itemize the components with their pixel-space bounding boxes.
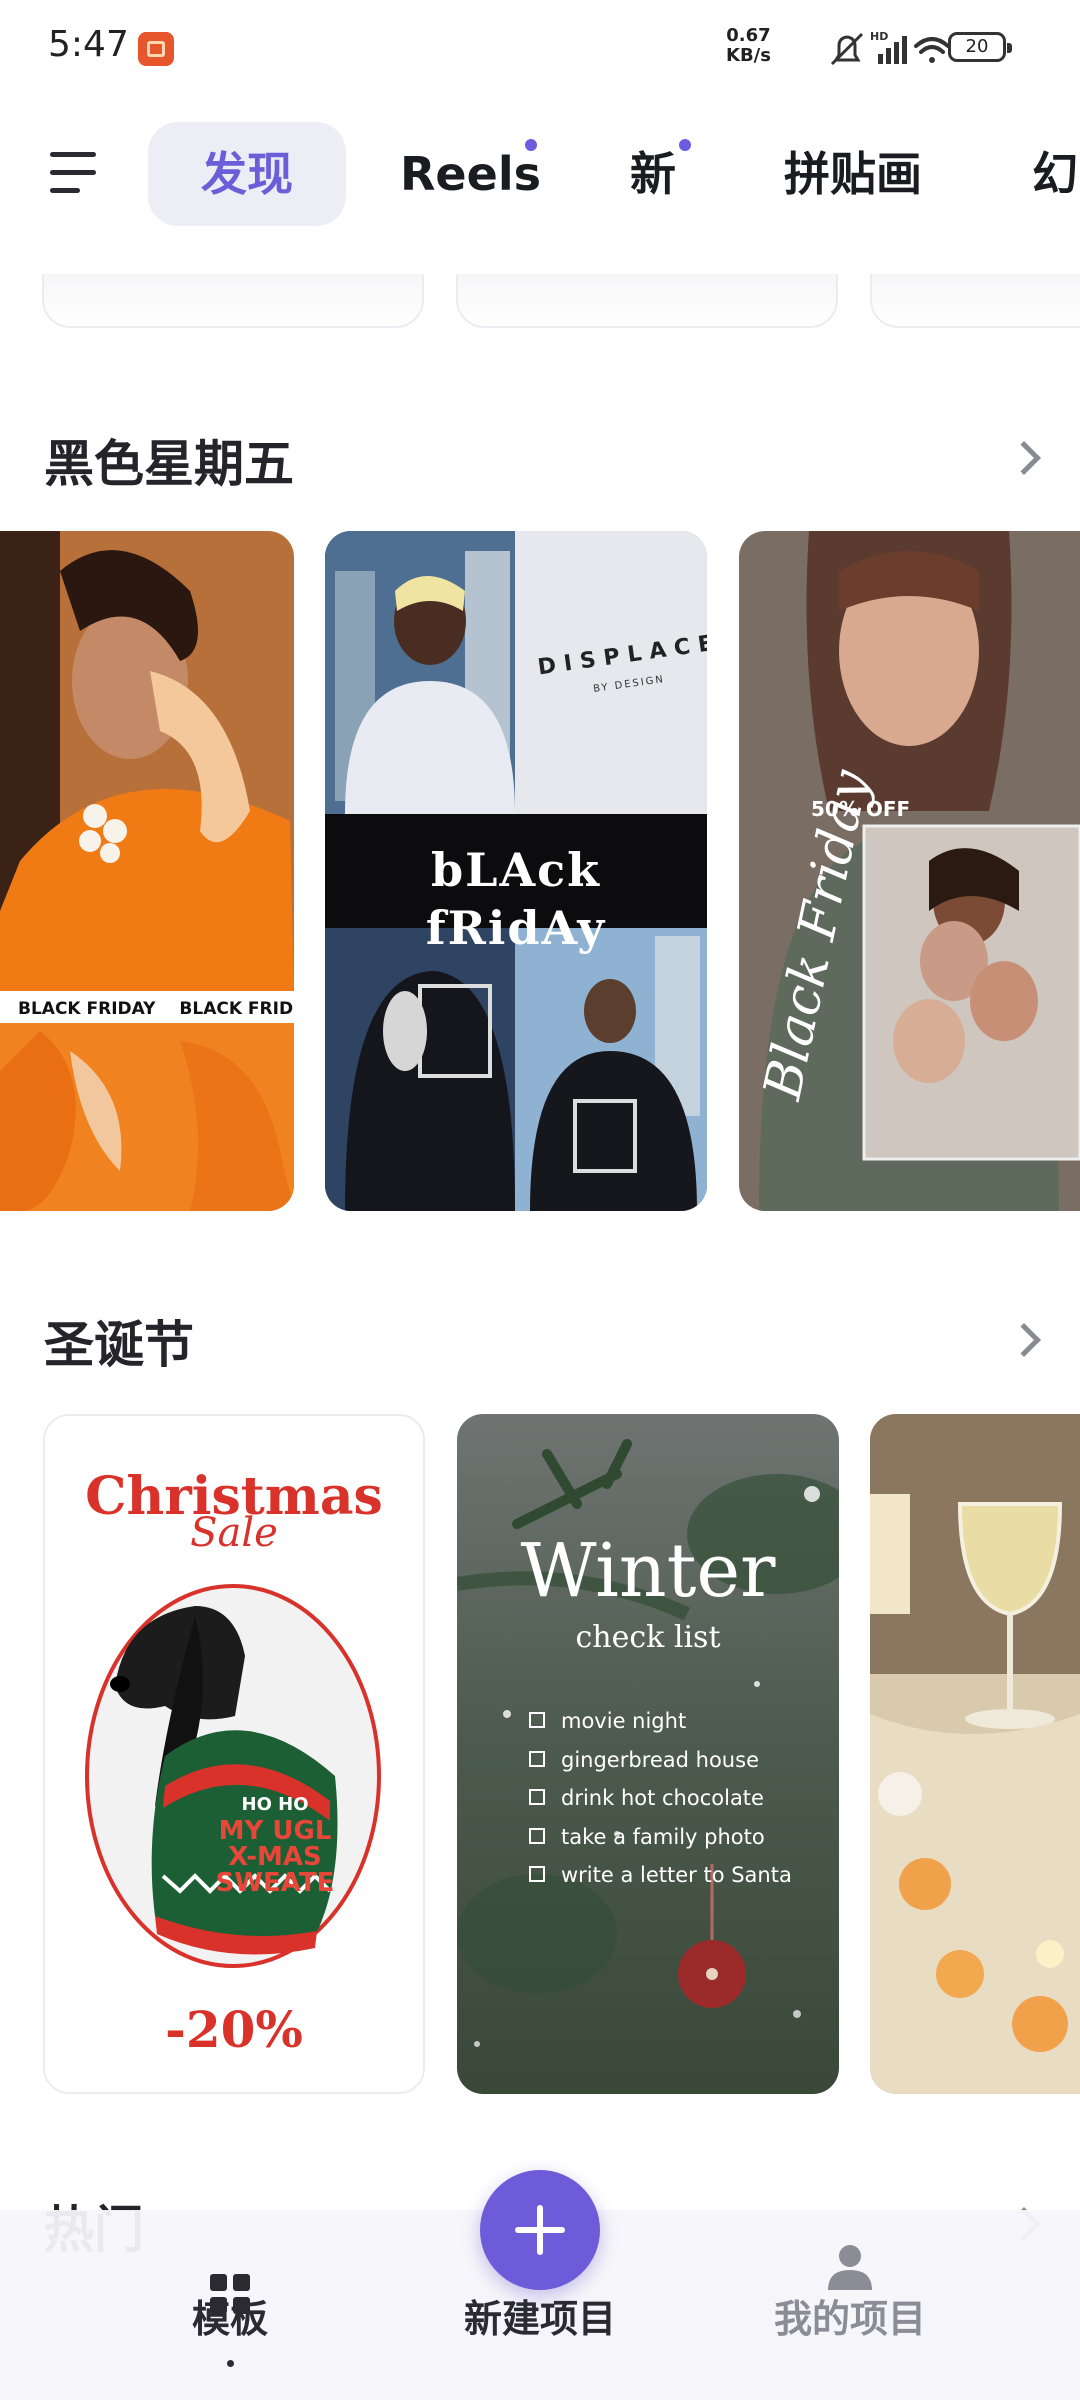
user-icon[interactable] [825, 2242, 875, 2292]
wifi-icon [914, 37, 950, 63]
battery-level: 20 [965, 36, 989, 57]
card-title: Winter [520, 1528, 776, 1614]
checklist-item-text: take a family photo [561, 1824, 765, 1849]
discount-text: -20% [165, 2000, 303, 2059]
template-card-partial[interactable] [42, 274, 424, 328]
checklist-item: movie night [529, 1702, 792, 1741]
sweater-line-3: X-MAS [228, 1842, 322, 1872]
banner-text-2: BLACK FRID [179, 999, 294, 1019]
template-card-black-friday-1[interactable]: BLACK FRIDAY BLACK FRID [0, 531, 294, 1211]
chevron-right-icon[interactable] [1007, 441, 1041, 475]
status-time: 5:47 [48, 24, 129, 65]
active-indicator [227, 2360, 234, 2367]
template-card-black-friday-3[interactable]: 50% OFF Black Friday [739, 531, 1080, 1211]
menu-icon[interactable] [50, 152, 96, 194]
checklist-item-text: write a letter to Santa [561, 1863, 792, 1887]
nav-my-projects-label[interactable]: 我的项目 [750, 2288, 950, 2343]
hd-label: HD [870, 30, 888, 43]
template-preview [0, 531, 294, 1211]
checklist-item-text: movie night [561, 1709, 687, 1733]
nav-templates-label[interactable]: 模板 [160, 2288, 300, 2343]
banner-text-1: BLACK FRIDAY [18, 999, 156, 1019]
sweater-line-1: HO HO [241, 1794, 309, 1815]
network-speed-value: 0.67 [726, 25, 771, 46]
tab-new-dot [679, 139, 691, 151]
template-card-partial[interactable] [870, 274, 1080, 328]
template-card-partial[interactable] [456, 274, 838, 328]
chevron-right-icon[interactable] [1007, 1323, 1041, 1357]
section-title-christmas: 圣诞节 [44, 1316, 194, 1374]
sweater-line-2: MY UGL [218, 1816, 332, 1846]
nav-new-project-label[interactable]: 新建项目 [440, 2288, 640, 2343]
checklist-item-text: gingerbread house [561, 1747, 759, 1772]
bell-muted-icon [830, 32, 864, 66]
tab-reels[interactable]: Reels [400, 122, 541, 226]
network-speed-unit: KB/s [726, 45, 771, 66]
tab-new[interactable]: 新 [630, 122, 676, 226]
template-preview [870, 1414, 1080, 2094]
checklist-item: write a letter to Santa [529, 1856, 792, 1895]
card-subtitle: check list [575, 1620, 721, 1655]
notification-app-icon [138, 32, 174, 66]
sweater-text: HO HO MY UGL X-MAS SWEATE [195, 1792, 355, 1896]
sweater-line-4: SWEATE [215, 1868, 335, 1898]
tab-slideshow[interactable]: 幻 [1032, 122, 1078, 226]
banner-text: bLAck fRidAy [425, 843, 607, 955]
network-speed: 0.67 KB/s [726, 26, 771, 66]
signal-icon: HD [870, 30, 907, 64]
tab-discover[interactable]: 发现 [148, 122, 346, 226]
section-title-black-friday: 黑色星期五 [44, 435, 294, 493]
template-card-christmas-1[interactable]: Christmas Sale HO HO MY UGL X-MAS SWEATE… [43, 1414, 425, 2094]
checklist-item: gingerbread house [529, 1741, 792, 1780]
checklist-item-text: drink hot chocolate [561, 1786, 764, 1810]
battery-icon: 20 [948, 32, 1012, 62]
template-preview [739, 531, 1080, 1211]
banner-text: BLACK FRIDAY BLACK FRID [18, 999, 293, 1019]
card-script: Sale [190, 1510, 278, 1556]
new-project-button[interactable] [480, 2170, 600, 2290]
top-tabs: 发现 Reels 新 拼贴画 幻 [0, 122, 1080, 226]
tab-collage[interactable]: 拼贴画 [784, 122, 922, 226]
template-card-christmas-2[interactable]: Winter check list movie night gingerbrea… [457, 1414, 839, 2094]
tab-reels-new-dot [525, 139, 537, 151]
template-card-christmas-3[interactable] [870, 1414, 1080, 2094]
checklist-item: drink hot chocolate [529, 1779, 792, 1818]
checklist-item: take a family photo [529, 1818, 792, 1857]
checklist: movie night gingerbread house drink hot … [529, 1702, 792, 1895]
status-bar: 5:47 0.67 KB/s HD 20 [0, 0, 1080, 100]
template-card-black-friday-2[interactable]: DISPLACES BY DESIGN bLAck fRidAy [325, 531, 707, 1211]
